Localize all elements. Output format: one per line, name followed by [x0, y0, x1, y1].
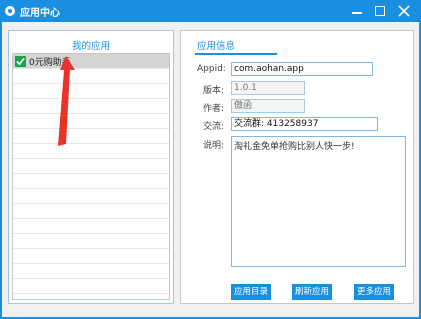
- list-item-label: 0元购助手: [29, 58, 71, 68]
- list-row-empty: [13, 84, 169, 99]
- list-row-empty: [13, 219, 169, 234]
- list-item[interactable]: 0元购助手: [13, 54, 169, 69]
- app-info-panel: 应用信息 Appid: com.aohan.app 版本: 1.0.1 作者: …: [180, 30, 414, 304]
- author-label: 作者:: [203, 104, 225, 114]
- title-bar: 应用中心: [0, 0, 421, 22]
- list-row-empty: [13, 234, 169, 249]
- contact-field[interactable]: 交流群: 413258937: [231, 117, 378, 131]
- list-row-empty: [13, 114, 169, 129]
- window-body: 我的应用 0元购助手 应用信息 Appid: com.aohan.app 版本:…: [2, 22, 419, 317]
- list-row-empty: [13, 204, 169, 219]
- app-icon: [5, 6, 15, 16]
- list-row-empty: [13, 174, 169, 189]
- more-apps-button[interactable]: 更多应用: [354, 284, 394, 300]
- list-row-empty: [13, 249, 169, 264]
- list-row-empty: [13, 159, 169, 174]
- app-list[interactable]: 0元购助手: [12, 53, 170, 300]
- my-apps-panel: 我的应用 0元购助手: [8, 30, 174, 304]
- version-field[interactable]: 1.0.1: [231, 81, 305, 95]
- list-row-empty: [13, 129, 169, 144]
- app-checkbox[interactable]: [15, 56, 26, 67]
- list-row-empty: [13, 99, 169, 114]
- description-label: 说明:: [203, 141, 225, 151]
- maximize-button[interactable]: [372, 3, 388, 19]
- version-label: 版本:: [203, 86, 225, 96]
- list-row-empty: [13, 69, 169, 84]
- maximize-icon: [375, 6, 385, 16]
- list-row-empty: [13, 144, 169, 159]
- app-info-title: 应用信息: [197, 41, 236, 52]
- list-row-empty: [13, 189, 169, 204]
- list-row-empty: [13, 279, 169, 294]
- window-title: 应用中心: [20, 8, 60, 19]
- appid-field[interactable]: com.aohan.app: [231, 62, 373, 76]
- close-icon: [398, 5, 410, 17]
- title-underline: [195, 53, 277, 55]
- minimize-icon: [352, 12, 362, 14]
- appid-label: Appid:: [197, 64, 226, 74]
- minimize-button[interactable]: [349, 3, 365, 19]
- description-field[interactable]: 淘礼金免单抢购比别人快一步!: [231, 136, 406, 267]
- author-field[interactable]: 傲函: [231, 99, 305, 113]
- close-button[interactable]: [396, 3, 412, 19]
- checkmark-icon: [16, 57, 25, 66]
- list-row-empty: [13, 264, 169, 279]
- app-directory-button[interactable]: 应用目录: [231, 284, 271, 300]
- my-apps-title: 我的应用: [71, 41, 110, 52]
- refresh-app-button[interactable]: 刷新应用: [292, 284, 332, 300]
- contact-label: 交流:: [203, 122, 225, 132]
